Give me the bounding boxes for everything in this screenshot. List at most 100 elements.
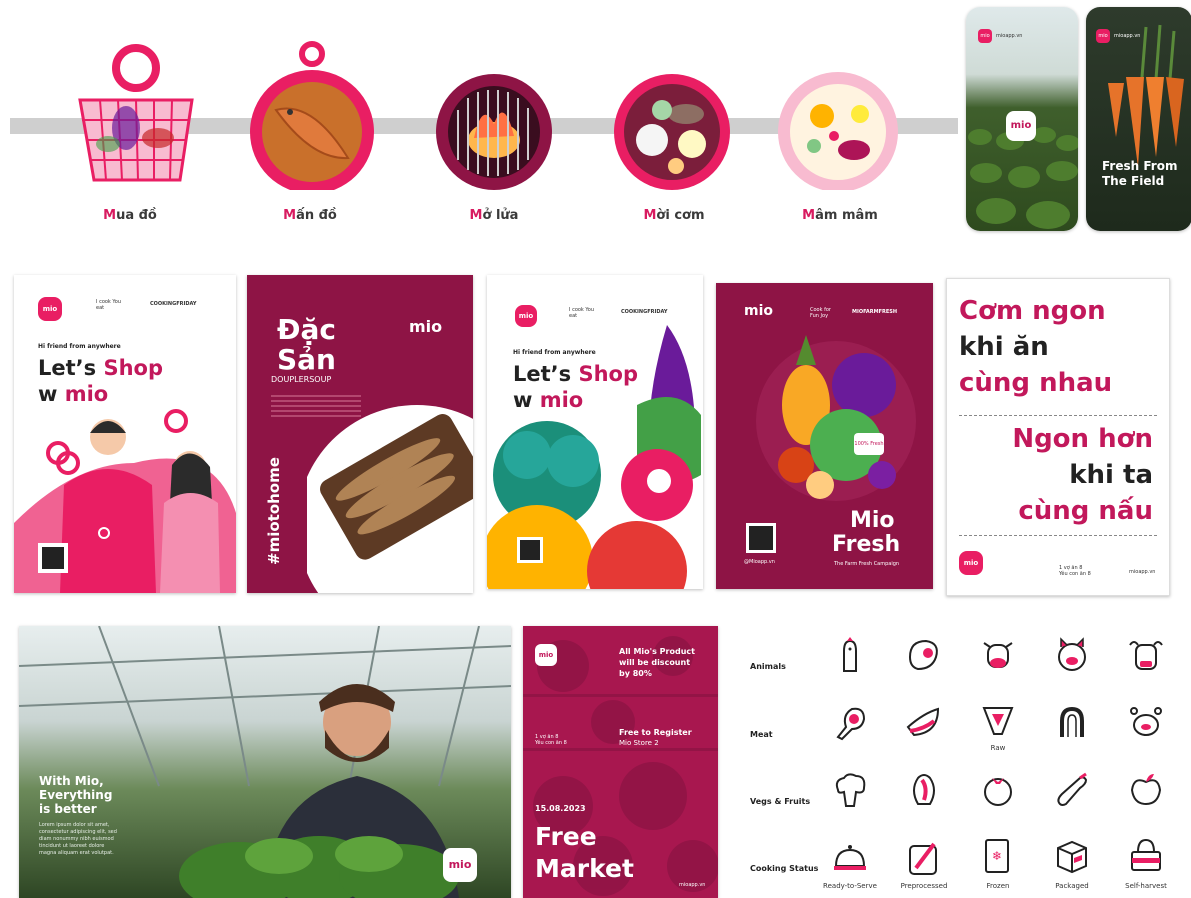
poster-tag-hashtag: COOKINGFRIDAY <box>621 309 668 315</box>
meal-tray-illustration <box>614 74 730 190</box>
greenhouse-structure <box>19 626 511 898</box>
poster-title-2: Sản <box>277 343 336 376</box>
poster-logo: mio <box>744 303 774 319</box>
poster-title-1: Mio <box>850 508 895 533</box>
poster-hashtag: #miotohome <box>265 457 283 565</box>
poster-site: @Mioapp.vn <box>744 559 775 565</box>
pig-icon <box>1058 637 1086 671</box>
poster-logo: mio <box>535 644 557 666</box>
quote-line-4: Ngon hơn <box>1012 424 1153 454</box>
phone-mio-badge: mio <box>1006 111 1036 141</box>
journey-step-prep: Mấn đồ <box>240 40 380 223</box>
poster-site: mioapp.vn <box>1129 569 1156 575</box>
poster-tag: Cook for Fun Joy <box>810 307 831 319</box>
eggplant-icon <box>1057 772 1088 806</box>
quote-divider <box>959 535 1157 536</box>
vegetables-illustration <box>487 325 701 589</box>
journey-step-shopping: Mua đồ <box>60 40 200 223</box>
quote-divider <box>959 415 1157 416</box>
journey-step-grill: Mở lửa <box>424 40 564 223</box>
poster-greeting: Hi friend from anywhere <box>38 343 121 350</box>
cloche-icon <box>834 845 866 870</box>
tomato-icon <box>984 778 1012 806</box>
poster-logo: mio <box>959 551 983 575</box>
journey-step-label: Mấn đồ <box>283 208 337 223</box>
poster-title-2: Fresh <box>832 532 901 557</box>
greenhouse-logo: mio <box>443 848 477 882</box>
phone-site: mioapp.vn <box>996 33 1023 39</box>
phone-mockup-field: mio mioapp.vn mio <box>966 7 1078 231</box>
phone-logo: mio <box>978 29 992 43</box>
broccoli-icon <box>835 773 866 807</box>
poster-free-market: mio All Mio's Product will be discount b… <box>523 626 718 898</box>
poster-tag-hashtag: MIOFARMFRESH <box>852 309 898 315</box>
poster-lets-shop: mio I cook You eat COOKINGFRIDAY Hi frie… <box>14 275 236 593</box>
fresh-badge: 100% Fresh <box>854 433 884 455</box>
cow-icon <box>983 642 1013 668</box>
poster-tag-hashtag: COOKINGFRIDAY <box>150 301 197 307</box>
cutting-board-illustration <box>250 41 374 194</box>
shop-couple-illustration <box>14 409 236 593</box>
lettuce-icon <box>913 774 935 805</box>
svg-text:❄: ❄ <box>992 849 1002 863</box>
quote-line-5: khi ta <box>1069 460 1153 490</box>
journey-step-label: Mâm mâm <box>802 208 878 223</box>
buffalo-icon <box>1129 641 1163 670</box>
journey-step-feast: Mâm mâm <box>770 40 910 223</box>
market-title-1: Free <box>535 822 597 851</box>
roast-chicken-icon <box>1130 707 1162 736</box>
greenhouse-headline-3: is better <box>39 802 97 816</box>
basket-illustration <box>78 44 194 182</box>
chicken-icon <box>843 637 857 672</box>
quote-line-3: cùng nhau <box>959 368 1113 398</box>
icon-row-label-cooking: Cooking Status <box>750 864 819 873</box>
icon-caption-raw: Raw <box>990 744 1006 752</box>
journey-step-label: Mua đồ <box>103 208 157 223</box>
poster-dac-san: Đặc Sản DOUPLERSOUP mio #miotohome <box>247 275 473 593</box>
poster-mio-fresh: mio Cook for Fun Joy MIOFARMFRESH 100% F… <box>716 283 933 589</box>
market-promo: All Mio's Product will be discount by 80… <box>619 647 695 678</box>
knife-board-icon <box>909 842 937 875</box>
poster-logo: mio <box>409 317 443 336</box>
icon-caption-preprocessed: Preprocessed <box>900 882 948 890</box>
market-register-sub: Mio Store 2 <box>619 739 659 747</box>
fish-fillet-icon <box>906 707 940 737</box>
journey-step-label: Mở lửa <box>469 208 519 223</box>
frozen-pack-icon: ❄ <box>985 839 1009 873</box>
carrots-illustration <box>1108 24 1184 167</box>
produce-basket-illustration <box>756 335 916 501</box>
package-box-icon <box>1057 840 1087 874</box>
quote-line-2: khi ăn <box>959 332 1049 362</box>
phone-headline: Fresh From The Field <box>1102 159 1178 188</box>
icon-caption-ready: Ready-to-Serve <box>823 882 877 890</box>
poster-small-2: Yêu con ăn 8 <box>1059 571 1091 577</box>
poster-headline-1: Let’s Shop <box>38 356 163 380</box>
phone-mockup-carrots: mio mioapp.vn Fresh From The Field <box>1086 7 1191 231</box>
apple-icon <box>1130 774 1162 806</box>
harvest-basket-icon <box>1131 838 1161 871</box>
steak-icon <box>908 639 938 671</box>
ham-icon <box>836 707 866 741</box>
icon-caption-packaged: Packaged <box>1055 882 1089 890</box>
journey-step-meal: Mời cơm <box>604 40 744 223</box>
greenhouse-headline-1: With Mio, <box>39 774 104 788</box>
poster-tag: I cook You eat <box>96 299 122 311</box>
journey-step-label: Mời cơm <box>643 208 705 223</box>
greenhouse-photo: With Mio, Everything is better Lorem ips… <box>19 626 511 898</box>
poster-logo: mio <box>515 305 537 327</box>
quote-line-6: cùng nấu <box>1018 496 1153 526</box>
market-register: Free to Register <box>619 728 692 737</box>
dried-fish-illustration <box>307 405 473 593</box>
qr-code <box>746 523 776 553</box>
icon-row-label-animals: Animals <box>750 662 786 671</box>
greenhouse-body: Lorem ipsum dolor sit amet, consectetur … <box>39 822 117 856</box>
poster-logo: mio <box>38 297 62 321</box>
market-small-2: Yêu con ăn 8 <box>535 740 567 746</box>
poster-title-1: Đặc <box>277 313 336 346</box>
icon-row-label-meat: Meat <box>750 730 773 739</box>
poster-caption: The Farm Fresh Campaign <box>834 561 900 567</box>
poster-lets-shop-veg: mio I cook You eat COOKINGFRIDAY Hi frie… <box>487 275 703 589</box>
raw-meat-icon <box>982 707 1014 735</box>
horseshoe-icon <box>1060 706 1084 737</box>
icon-caption-self-harvest: Self-harvest <box>1125 882 1167 890</box>
